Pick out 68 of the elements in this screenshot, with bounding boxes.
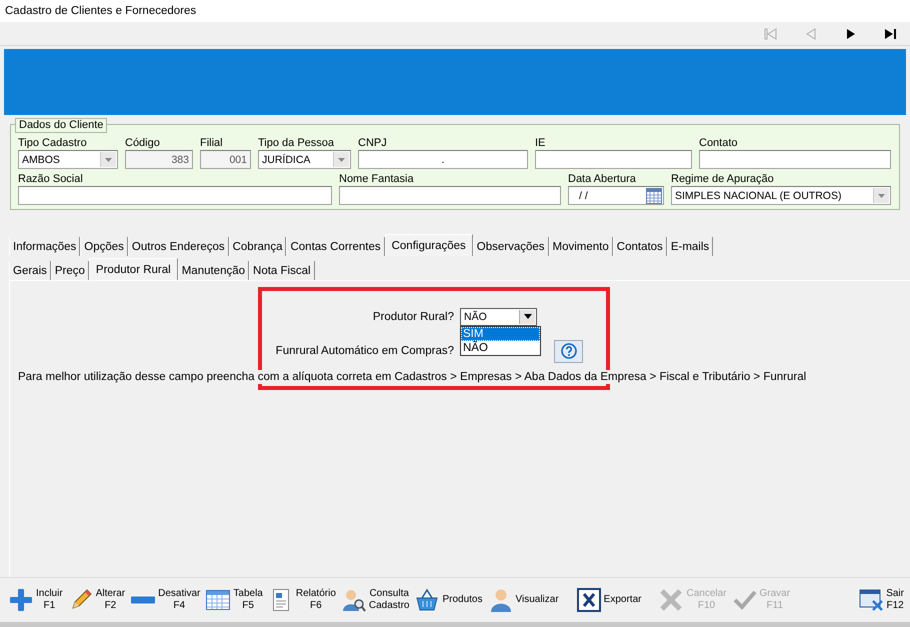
number-field[interactable]: 001: [200, 150, 251, 169]
field-label: IE: [535, 136, 546, 150]
input-field[interactable]: [699, 150, 891, 169]
help-icon: [560, 343, 576, 359]
tab[interactable]: Contatos: [612, 237, 667, 256]
dropdown-field[interactable]: AMBOS: [18, 150, 118, 169]
number-field[interactable]: 383: [125, 150, 193, 169]
field-label: Contato: [699, 136, 739, 150]
tab[interactable]: Nota Fiscal: [249, 261, 315, 280]
right-arrow-icon: [884, 28, 898, 40]
dropdown-option[interactable]: SIM: [461, 326, 540, 340]
tab[interactable]: Manutenção: [178, 261, 250, 280]
field-label: CNPJ: [358, 136, 388, 150]
toolbar-button[interactable]: Incluir F1: [6, 585, 65, 615]
input-field[interactable]: [535, 150, 692, 169]
toolbar-button[interactable]: Consulta Cadastro: [338, 585, 412, 615]
toolbar-button[interactable]: Desativar F4: [128, 586, 202, 614]
tab[interactable]: Cobrança: [228, 237, 286, 256]
exit-icon: [858, 587, 884, 613]
tab[interactable]: Movimento: [548, 237, 613, 256]
tab[interactable]: Preço: [50, 261, 89, 280]
left-arrow-icon: [804, 28, 818, 40]
field-label: Regime de Apuração: [671, 172, 775, 186]
field-label: Data Abertura: [568, 172, 637, 186]
toolbar-button[interactable]: Tabela F5: [203, 585, 265, 615]
tab[interactable]: Opções: [80, 237, 128, 256]
plus-icon: [8, 587, 34, 613]
toolbar-button[interactable]: Visualizar: [486, 585, 561, 615]
field-label: Código: [125, 136, 161, 150]
table-icon: [205, 587, 232, 613]
calendar-icon[interactable]: [646, 188, 662, 204]
dropdown-option[interactable]: NÃO: [461, 340, 540, 354]
toolbar-button[interactable]: Produtos: [412, 585, 484, 615]
field-label: Filial: [200, 136, 224, 150]
tab[interactable]: Contas Correntes: [286, 237, 385, 256]
minus-icon: [130, 596, 156, 604]
toolbar-button[interactable]: Exportar: [574, 585, 644, 615]
tab[interactable]: E-mails: [666, 237, 714, 256]
tab[interactable]: Configurações: [384, 234, 473, 256]
field-label: Funrural Automático em Compras?: [274, 345, 455, 357]
basket-icon: [414, 587, 440, 613]
tab[interactable]: Produtor Rural: [88, 258, 178, 280]
excel-icon: [576, 587, 602, 613]
cross-icon: [658, 587, 684, 613]
toolbar-button[interactable]: Sair F12: [856, 585, 906, 615]
tab[interactable]: Informações: [9, 237, 80, 256]
dropdown-field[interactable]: SIMPLES NACIONAL (E OUTROS): [671, 186, 891, 205]
input-field[interactable]: [339, 186, 561, 205]
dropdown-field[interactable]: JURÍDICA: [258, 150, 351, 169]
left-arrow-icon: [764, 28, 778, 40]
field-label: Nome Fantasia: [339, 172, 415, 186]
help-button[interactable]: [554, 340, 583, 362]
field-label: Tipo da Pessoa: [258, 136, 336, 150]
field-label: Tipo Cadastro: [18, 136, 88, 150]
tab[interactable]: Gerais: [9, 261, 51, 280]
date-field[interactable]: / /: [568, 186, 664, 205]
input-field[interactable]: .: [358, 150, 528, 169]
toolbar-button[interactable]: Alterar F2: [66, 585, 128, 615]
tab[interactable]: Observações: [472, 237, 549, 256]
input-field[interactable]: [18, 186, 332, 205]
window-title: Cadastro de Clientes e Fornecedores: [5, 5, 196, 17]
tab[interactable]: Outros Endereços: [128, 237, 229, 256]
toolbar-button[interactable]: Relatório F6: [266, 585, 338, 615]
field-label: Razão Social: [18, 172, 84, 186]
search-person-icon: [340, 587, 367, 613]
field-label: Produtor Rural?: [372, 310, 455, 322]
info-text: Para melhor utilização desse campo preencha com a alíquota correta em Cadastros > Empresas > Aba Dados da Empresa > Fiscal e Tributário > Funrural: [18, 370, 806, 384]
panel-title: Dados do Cliente: [15, 118, 108, 133]
